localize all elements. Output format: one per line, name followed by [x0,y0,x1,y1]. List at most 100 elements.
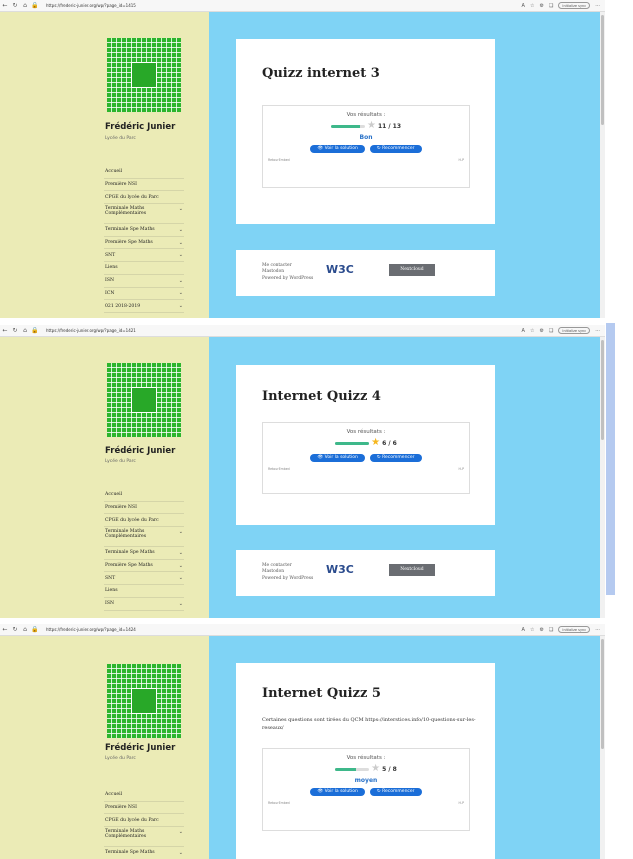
back-link[interactable]: Retour [268,801,279,805]
refresh-icon[interactable]: ↻ [10,2,20,9]
menu-item-terminale-maths-comp[interactable]: Terminale Maths Complémentaires ⌄ [104,204,184,225]
menu-item-accueil[interactable]: Accueil [104,489,184,502]
chevron-down-icon[interactable]: ⌄ [179,278,183,284]
read-aloud-icon[interactable]: A [522,328,525,334]
more-menu[interactable]: ··· [595,3,600,9]
menu-item-premiere-spe[interactable]: Première Spe Maths ⌄ [104,560,184,573]
site-footer: Me contacter Mastodon Powered by WordPre… [236,550,495,596]
chevron-down-icon[interactable]: ⌄ [179,550,183,556]
embed-link[interactable]: Embed [279,801,290,805]
favorite-icon[interactable]: ☆ [530,3,534,9]
address-bar[interactable]: https://frederic-junier.org/wp/?page_id=… [46,328,136,333]
scrollbar[interactable] [600,12,605,318]
home-icon[interactable]: ⌂ [20,2,30,9]
nextcloud-button[interactable]: Nextcloud [389,564,435,576]
more-menu[interactable]: ··· [595,627,600,633]
chevron-down-icon[interactable]: ⌄ [179,601,183,607]
chevron-down-icon[interactable]: ⌄ [179,529,183,535]
extensions-icon[interactable]: ⚙ [539,328,543,334]
menu-item-cpge[interactable]: CPGE du lycée du Parc [104,514,184,528]
restart-button[interactable]: ↻ Recommencer [369,788,422,796]
scrollbar-thumb[interactable] [601,639,604,749]
site-logo[interactable] [107,38,181,112]
scrollbar-thumb[interactable] [601,340,604,440]
menu-item-cpge[interactable]: CPGE du lycée du Parc [104,814,184,828]
chevron-down-icon[interactable]: ⌄ [179,290,183,296]
chevron-down-icon[interactable]: ⌄ [179,227,183,233]
chevron-down-icon[interactable]: ⌄ [179,240,183,246]
nextcloud-button[interactable]: Nextcloud [389,264,435,276]
back-link[interactable]: Retour [268,467,279,471]
restart-button[interactable]: ↻ Recommencer [369,454,422,462]
sync-button[interactable]: Initialize sync [558,626,591,633]
menu-item-liens[interactable]: Liens [104,585,184,598]
scrollbar[interactable] [600,636,605,859]
chevron-down-icon[interactable]: ⌄ [179,206,183,212]
extensions-icon[interactable]: ⚙ [539,3,543,9]
menu-item-terminale-spe[interactable]: Terminale Spe Maths ⌄ [104,224,184,237]
back-icon[interactable]: ← [0,626,10,633]
w3c-logo[interactable]: W3C [326,263,354,276]
site-title[interactable]: Frédéric Junier [105,122,175,132]
menu-item-terminale-maths-comp[interactable]: Terminale Maths Complémentaires ⌄ [104,827,184,848]
footer-wordpress-link[interactable]: Powered by WordPress [262,576,313,582]
chevron-down-icon[interactable]: ⌄ [179,850,183,856]
chevron-down-icon[interactable]: ⌄ [179,563,183,569]
menu-item-terminale-spe[interactable]: Terminale Spe Maths ⌄ [104,847,184,859]
address-bar[interactable]: https://frederic-junier.org/wp/?page_id=… [46,627,136,632]
site-logo[interactable] [107,363,181,437]
more-menu[interactable]: ··· [595,328,600,334]
refresh-icon[interactable]: ↻ [10,626,20,633]
scrollbar-thumb[interactable] [601,15,604,125]
read-aloud-icon[interactable]: A [522,3,525,9]
menu-item-terminale-spe[interactable]: Terminale Spe Maths ⌄ [104,547,184,560]
menu-item-terminale-maths-comp[interactable]: Terminale Maths Complémentaires ⌄ [104,527,184,548]
favorite-icon[interactable]: ☆ [530,328,534,334]
show-solution-button[interactable]: 👁 Voir la solution [310,145,365,153]
menu-item-isn[interactable]: ISN ⌄ [104,598,184,611]
w3c-logo[interactable]: W3C [326,563,354,576]
menu-item-premiere-nsi[interactable]: Première NSI [104,179,184,192]
chevron-down-icon[interactable]: ⌄ [179,829,183,835]
sync-button[interactable]: Initialize sync [558,2,591,9]
collections-icon[interactable]: ❏ [549,3,553,9]
menu-item-liens[interactable]: Liens [104,262,184,275]
scrollbar[interactable] [600,337,605,618]
back-link[interactable]: Retour [268,158,279,162]
sync-button[interactable]: Initialize sync [558,327,591,334]
read-aloud-icon[interactable]: A [522,627,525,633]
menu-item-accueil[interactable]: Accueil [104,789,184,802]
chevron-down-icon[interactable]: ⌄ [179,252,183,258]
menu-item-snt[interactable]: SNT ⌄ [104,572,184,586]
footer-wordpress-link[interactable]: Powered by WordPress [262,276,313,282]
menu-item-premiere-nsi[interactable]: Première NSI [104,802,184,815]
chevron-down-icon[interactable]: ⌄ [179,575,183,581]
site-title[interactable]: Frédéric Junier [105,743,175,753]
menu-item-icn[interactable]: ICN ⌄ [104,288,184,301]
menu-item-2018[interactable]: 021 2018-2019 ⌄ [104,300,184,313]
menu-item-cpge[interactable]: CPGE du lycée du Parc [104,191,184,205]
back-icon[interactable]: ← [0,2,10,9]
chevron-down-icon[interactable]: ⌄ [179,303,183,309]
menu-item-isn[interactable]: ISN ⌄ [104,275,184,288]
embed-link[interactable]: Embed [279,158,290,162]
menu-item-accueil[interactable]: Accueil [104,166,184,179]
site-title[interactable]: Frédéric Junier [105,446,175,456]
menu-item-premiere-nsi[interactable]: Première NSI [104,502,184,515]
collections-icon[interactable]: ❏ [549,328,553,334]
show-solution-button[interactable]: 👁 Voir la solution [310,454,365,462]
menu-item-premiere-spe[interactable]: Première Spe Maths ⌄ [104,237,184,250]
collections-icon[interactable]: ❏ [549,627,553,633]
home-icon[interactable]: ⌂ [20,626,30,633]
favorite-icon[interactable]: ☆ [530,627,534,633]
menu-item-snt[interactable]: SNT ⌄ [104,249,184,263]
home-icon[interactable]: ⌂ [20,327,30,334]
show-solution-button[interactable]: 👁 Voir la solution [310,788,365,796]
restart-button[interactable]: ↻ Recommencer [369,145,422,153]
refresh-icon[interactable]: ↻ [10,327,20,334]
embed-link[interactable]: Embed [279,467,290,471]
address-bar[interactable]: https://frederic-junier.org/wp/?page_id=… [46,3,136,8]
extensions-icon[interactable]: ⚙ [539,627,543,633]
back-icon[interactable]: ← [0,327,10,334]
site-logo[interactable] [107,664,181,738]
